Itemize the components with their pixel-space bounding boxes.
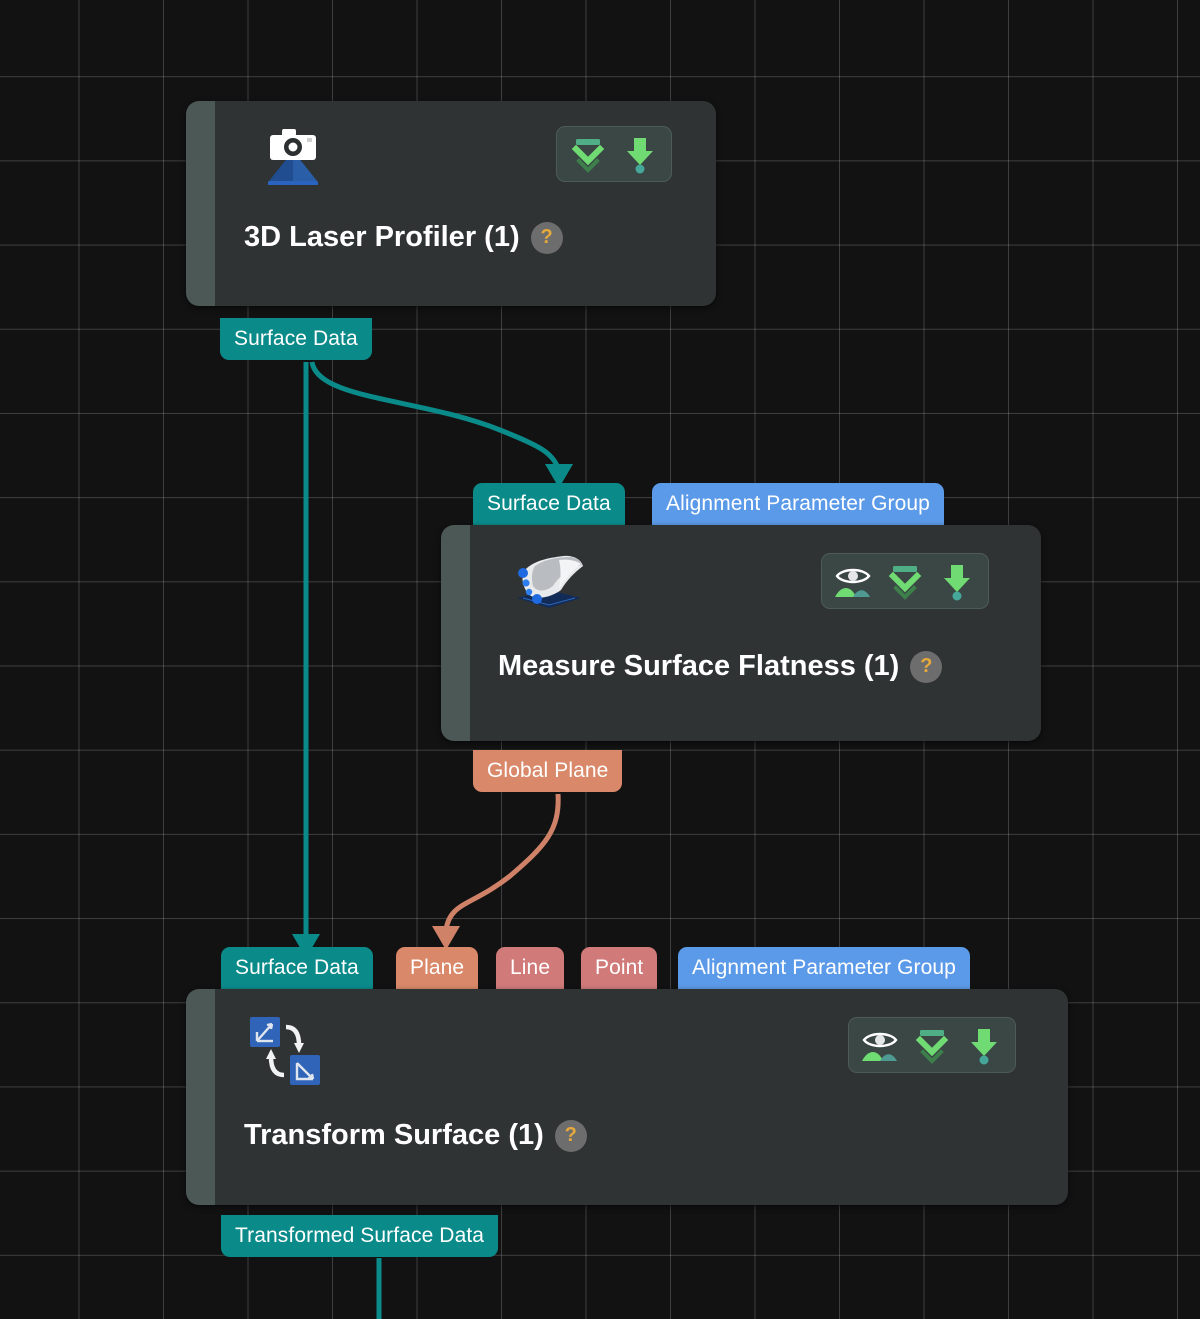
collapse-chevrons-icon[interactable] — [882, 559, 928, 603]
node-title-text: Transform Surface (1) — [244, 1119, 544, 1151]
node-graph-canvas[interactable]: 3D Laser Profiler (1) ? Surface Data Sur… — [0, 0, 1200, 1319]
visibility-eye-icon[interactable] — [857, 1023, 903, 1067]
node-title-text: Measure Surface Flatness (1) — [498, 650, 900, 682]
node-measure-surface-flatness[interactable]: Measure Surface Flatness (1) ? — [441, 525, 1041, 741]
port-label: Plane — [410, 956, 465, 979]
port-label: Surface Data — [487, 492, 611, 515]
node-title-measure-surface-flatness: Measure Surface Flatness (1) ? — [498, 650, 943, 683]
port-label: Surface Data — [234, 327, 358, 350]
node-title-transform-surface: Transform Surface (1) ? — [244, 1119, 587, 1152]
port-out-surface-data[interactable]: Surface Data — [220, 318, 372, 360]
download-arrow-icon[interactable] — [934, 559, 980, 603]
port-label: Alignment Parameter Group — [692, 956, 956, 979]
surface-flatness-icon — [509, 550, 589, 612]
node-toolbar[interactable] — [821, 553, 989, 609]
help-badge[interactable]: ? — [530, 221, 563, 254]
port-in-alignment-parameter-group-msf[interactable]: Alignment Parameter Group — [652, 483, 944, 525]
port-label: Global Plane — [487, 759, 609, 782]
download-arrow-icon[interactable] — [617, 132, 663, 176]
collapse-chevrons-icon[interactable] — [565, 132, 611, 176]
port-label: Line — [510, 956, 551, 979]
transform-axes-icon — [248, 1015, 324, 1087]
visibility-eye-icon[interactable] — [830, 559, 876, 603]
node-laser-profiler[interactable]: 3D Laser Profiler (1) ? — [186, 101, 716, 306]
port-label: Surface Data — [235, 956, 359, 979]
help-badge[interactable]: ? — [910, 650, 943, 683]
port-label: Point — [595, 956, 644, 979]
port-out-transformed-surface-data[interactable]: Transformed Surface Data — [221, 1215, 499, 1257]
help-badge[interactable]: ? — [554, 1119, 587, 1152]
node-toolbar[interactable] — [848, 1017, 1016, 1073]
port-in-alignment-parameter-group-ts[interactable]: Alignment Parameter Group — [678, 947, 970, 989]
port-label: Alignment Parameter Group — [666, 492, 930, 515]
collapse-chevrons-icon[interactable] — [909, 1023, 955, 1067]
node-title-laser-profiler: 3D Laser Profiler (1) ? — [244, 221, 563, 254]
port-in-line[interactable]: Line — [496, 947, 565, 989]
port-in-point[interactable]: Point — [581, 947, 658, 989]
node-title-text: 3D Laser Profiler (1) — [244, 221, 520, 253]
port-label: Transformed Surface Data — [235, 1224, 485, 1247]
port-out-global-plane[interactable]: Global Plane — [473, 750, 623, 792]
node-toolbar[interactable] — [556, 126, 672, 182]
port-in-surface-data-msf[interactable]: Surface Data — [473, 483, 625, 525]
download-arrow-icon[interactable] — [961, 1023, 1007, 1067]
port-in-surface-data-ts[interactable]: Surface Data — [221, 947, 373, 989]
node-transform-surface[interactable]: Transform Surface (1) ? — [186, 989, 1068, 1205]
camera-laser-icon — [260, 123, 326, 186]
port-in-plane[interactable]: Plane — [396, 947, 479, 989]
